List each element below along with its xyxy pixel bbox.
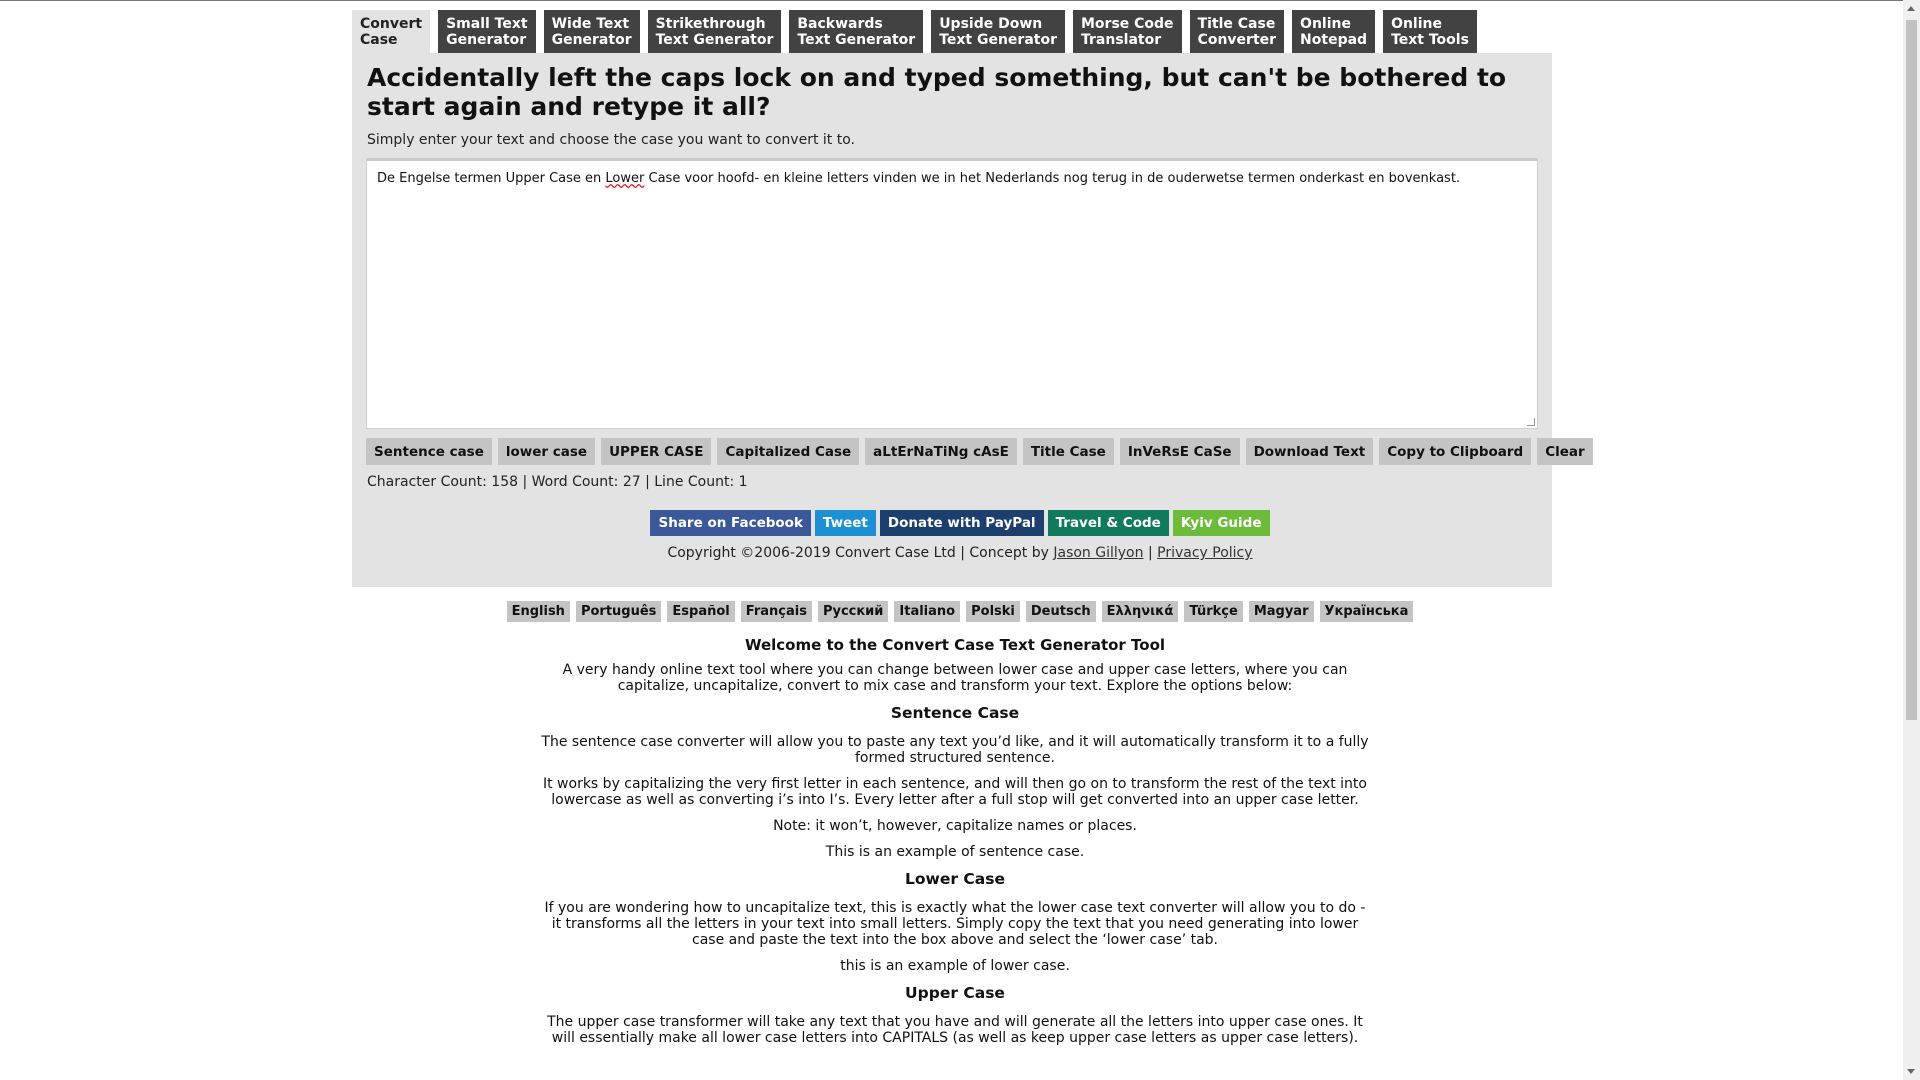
upper-case-heading: Upper Case (905, 984, 1005, 1002)
lang-ukrainian[interactable]: Українська (1319, 601, 1414, 622)
lang-russian[interactable]: Русский (817, 601, 889, 622)
lang-greek[interactable]: Ελληνικά (1101, 601, 1179, 622)
share-facebook-button[interactable]: Share on Facebook (650, 510, 811, 536)
editor-text-before: De Engelse termen Upper Case en (377, 171, 606, 186)
sentence-case-paragraph-2: It works by capitalizing the very first … (542, 776, 1367, 808)
upper-case-button[interactable]: UPPER CASE (601, 438, 712, 465)
clear-button[interactable]: Clear (1537, 438, 1593, 465)
lang-turkish[interactable]: Türkçe (1184, 601, 1243, 622)
inverse-case-button[interactable]: InVeRsE CaSe (1119, 438, 1240, 465)
lower-case-paragraph: If you are wondering how to uncapitalize… (544, 900, 1366, 948)
text-counts: Character Count: 158 | Word Count: 27 | … (367, 474, 748, 490)
lang-english[interactable]: English (506, 601, 570, 622)
lower-case-example: this is an example of lower case. (840, 958, 1070, 974)
page-scrollbar[interactable] (1903, 0, 1920, 1080)
editor-text-after: Case voor hoofd- en kleine letters vinde… (644, 171, 1461, 186)
lower-case-button[interactable]: lower case (497, 438, 596, 465)
lang-hungarian[interactable]: Magyar (1248, 601, 1314, 622)
sentence-case-note: Note: it won’t, however, capitalize name… (773, 818, 1137, 834)
privacy-policy-link[interactable]: Privacy Policy (1157, 545, 1252, 561)
lang-german[interactable]: Deutsch (1025, 601, 1096, 622)
tab-morse-code-translator[interactable]: Morse Code Translator (1072, 10, 1182, 53)
top-border (0, 0, 1920, 1)
lang-polish[interactable]: Polski (966, 601, 1020, 622)
lang-italian[interactable]: Italiano (894, 601, 961, 622)
tab-online-notepad[interactable]: Online Notepad (1292, 10, 1376, 53)
author-link[interactable]: Jason Gillyon (1053, 545, 1143, 561)
lang-french[interactable]: Français (740, 601, 812, 622)
capitalized-case-button[interactable]: Capitalized Case (717, 438, 860, 465)
share-row: Share on Facebook Tweet Donate with PayP… (0, 510, 1920, 536)
text-input-area[interactable]: De Engelse termen Upper Case en Lower Ca… (366, 158, 1538, 429)
scroll-down-arrow-icon[interactable] (1907, 1069, 1915, 1074)
tab-upside-down-text-generator[interactable]: Upside Down Text Generator (931, 10, 1065, 53)
language-selector: English Português Español Français Русск… (0, 601, 1920, 622)
copy-to-clipboard-button[interactable]: Copy to Clipboard (1379, 438, 1532, 465)
copyright-line: Copyright ©2006-2019 Convert Case Ltd | … (0, 545, 1920, 561)
alternating-case-button[interactable]: aLtErNaTiNg cAsE (865, 438, 1017, 465)
info-content: Welcome to the Convert Case Text Generat… (540, 636, 1370, 1056)
kyiv-guide-button[interactable]: Kyiv Guide (1172, 510, 1270, 536)
page-title: Accidentally left the caps lock on and t… (367, 63, 1507, 121)
case-button-row: Sentence case lower case UPPER CASE Capi… (366, 438, 1599, 465)
top-nav: Convert Case Small Text Generator Wide Tex… (352, 10, 1552, 54)
tab-title-case-converter[interactable]: Title Case Converter (1189, 10, 1285, 53)
lower-case-heading: Lower Case (905, 870, 1005, 888)
page-lead: Simply enter your text and choose the ca… (367, 132, 855, 148)
tab-small-text-generator[interactable]: Small Text Generator (438, 10, 536, 53)
tweet-button[interactable]: Tweet (814, 510, 876, 536)
copyright-separator: | (1143, 545, 1158, 561)
tab-backwards-text-generator[interactable]: Backwards Text Generator (789, 10, 924, 53)
sentence-case-example: This is an example of sentence case. (825, 844, 1085, 860)
tab-online-text-tools[interactable]: Online Text Tools (1383, 10, 1477, 53)
donate-paypal-button[interactable]: Donate with PayPal (879, 510, 1044, 536)
download-text-button[interactable]: Download Text (1245, 438, 1374, 465)
sentence-case-paragraph-1: The sentence case converter will allow y… (541, 734, 1369, 766)
welcome-heading: Welcome to the Convert Case Text Generat… (744, 636, 1166, 654)
travel-code-button[interactable]: Travel & Code (1047, 510, 1169, 536)
resize-handle[interactable] (1527, 418, 1535, 426)
title-case-button[interactable]: Title Case (1022, 438, 1114, 465)
tab-convert-case[interactable]: Convert Case (352, 10, 431, 53)
sentence-case-button[interactable]: Sentence case (366, 438, 492, 465)
welcome-text: A very handy online text tool where you … (562, 662, 1348, 694)
lang-portuguese[interactable]: Português (575, 601, 662, 622)
scroll-up-arrow-icon[interactable] (1907, 6, 1915, 11)
tab-strikethrough-text-generator[interactable]: Strikethrough Text Generator (647, 10, 782, 53)
upper-case-paragraph: The upper case transformer will take any… (547, 1014, 1363, 1046)
copyright-text: Copyright ©2006-2019 Convert Case Ltd | … (667, 545, 1054, 561)
scrollbar-thumb[interactable] (1906, 20, 1917, 720)
sentence-case-heading: Sentence Case (890, 704, 1020, 722)
lang-spanish[interactable]: Español (667, 601, 735, 622)
editor-misspelled-word: Lower (605, 171, 645, 186)
tab-wide-text-generator[interactable]: Wide Text Generator (543, 10, 640, 53)
